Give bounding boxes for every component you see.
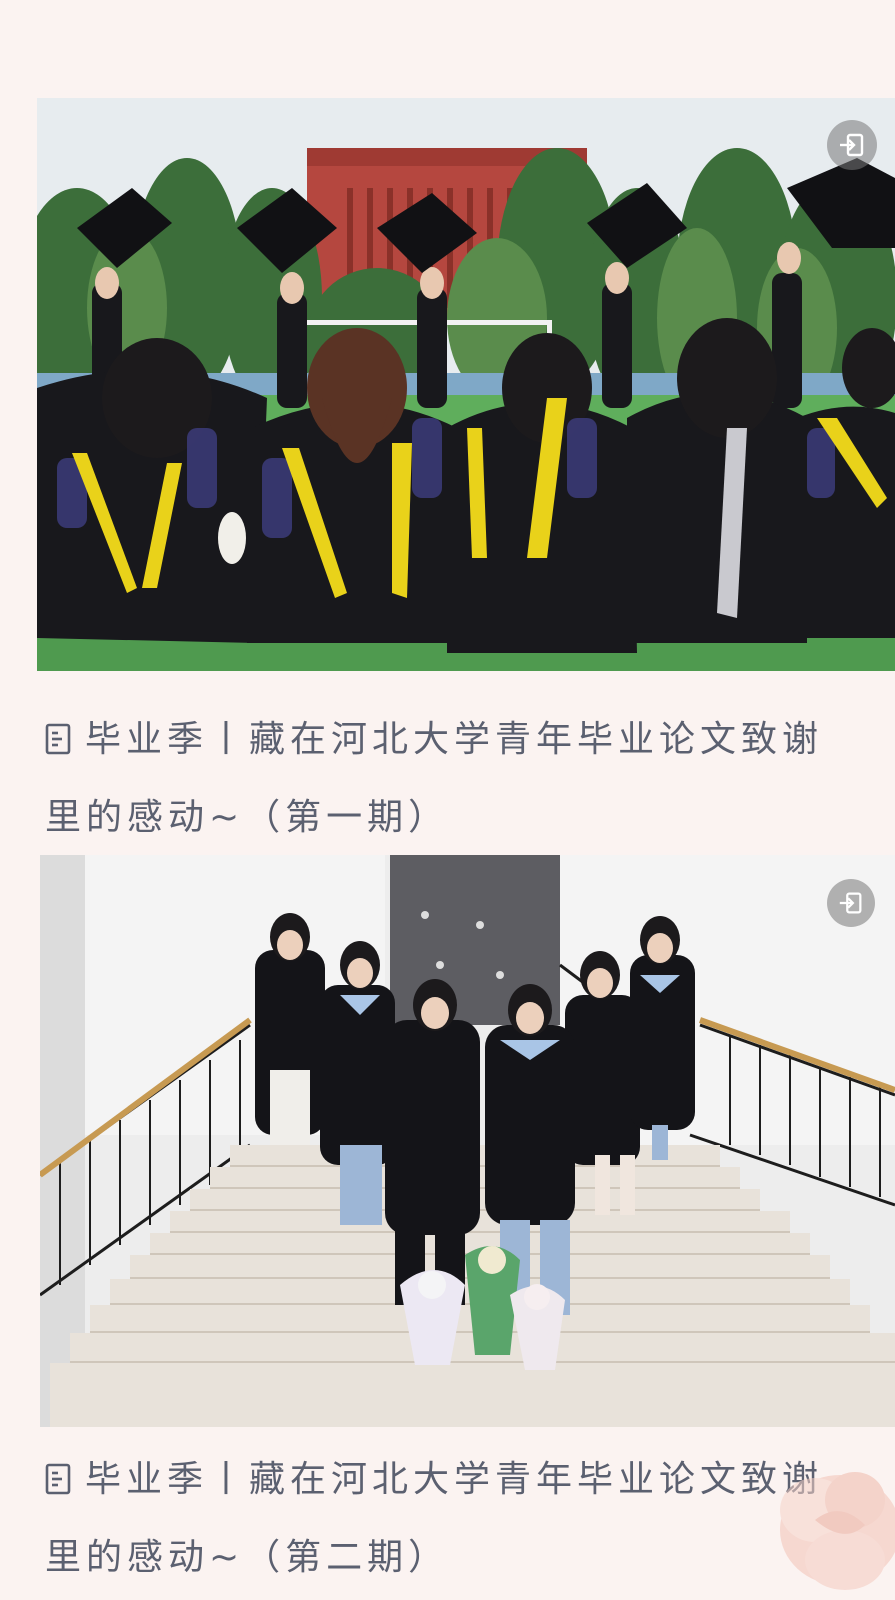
article-photo-graduates-on-stairs[interactable] — [40, 855, 895, 1427]
article-title[interactable]: 毕业季丨藏在河北大学青年毕业论文致谢 里的感动~（第二期） — [37, 1441, 895, 1597]
article-title-text-line-1: 毕业季丨藏在河北大学青年毕业论文致谢 — [85, 719, 824, 760]
article-title[interactable]: 毕业季丨藏在河北大学青年毕业论文致谢 里的感动~（第一期） — [37, 701, 895, 857]
share-icon[interactable] — [827, 879, 875, 927]
document-icon — [45, 723, 71, 755]
article-title-text-line-2: 里的感动~（第一期） — [45, 797, 450, 838]
article-title-text-line-2: 里的感动~（第二期） — [45, 1537, 450, 1578]
article-title-text-line-1: 毕业季丨藏在河北大学青年毕业论文致谢 — [85, 1459, 824, 1500]
article-title-line-1: 毕业季丨藏在河北大学青年毕业论文致谢 — [45, 701, 895, 779]
article-title-line-1: 毕业季丨藏在河北大学青年毕业论文致谢 — [45, 1441, 895, 1519]
document-icon — [45, 1463, 71, 1495]
graduates-stairs-image — [40, 855, 895, 1427]
graduates-caps-image — [37, 98, 895, 671]
article-card[interactable]: 毕业季丨藏在河北大学青年毕业论文致谢 里的感动~（第二期） — [37, 855, 895, 1597]
article-card[interactable]: 毕业季丨藏在河北大学青年毕业论文致谢 里的感动~（第一期） — [37, 98, 895, 857]
share-icon[interactable] — [827, 120, 877, 170]
article-photo-graduates-throwing-caps[interactable] — [37, 98, 895, 671]
